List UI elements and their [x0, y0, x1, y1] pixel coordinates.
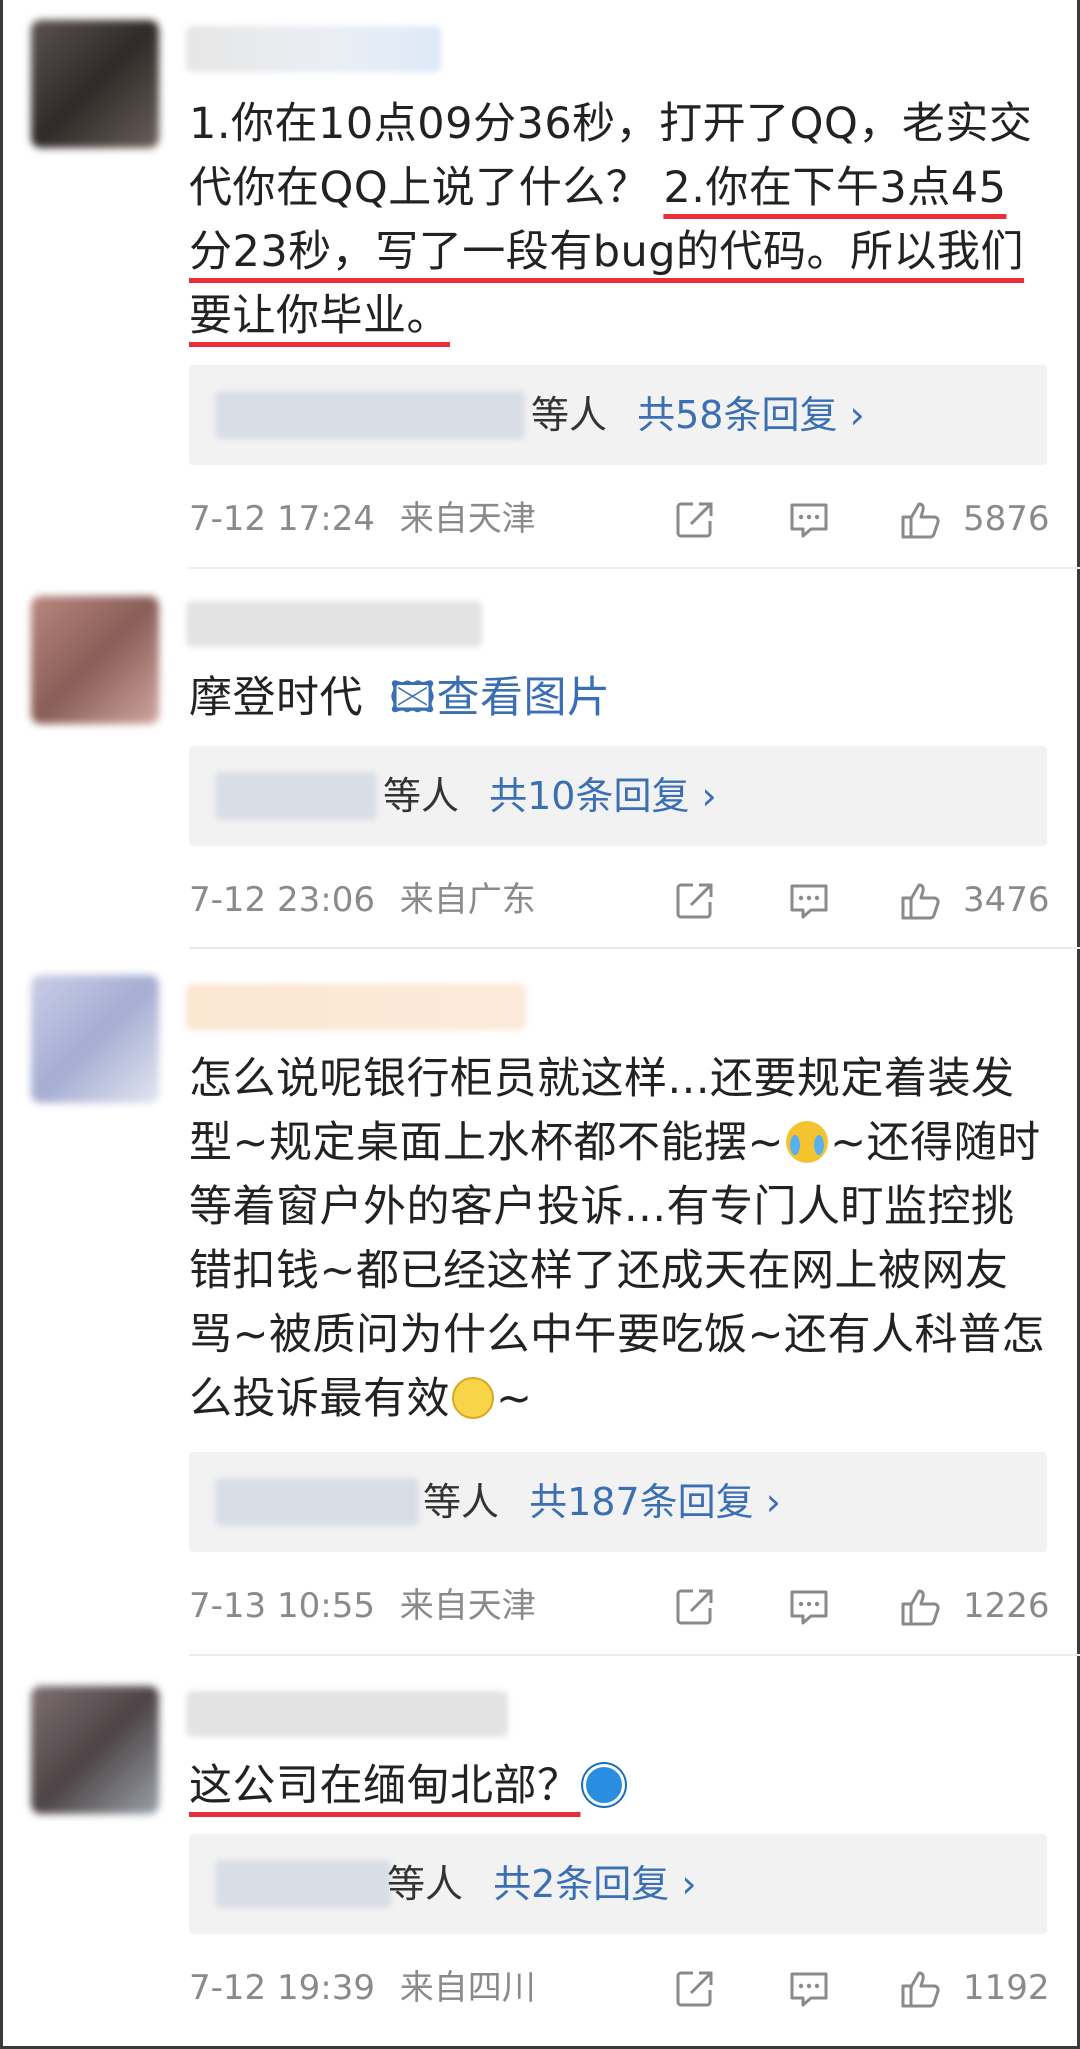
comment-icon[interactable] — [787, 498, 831, 542]
comment-text-underlined: 这公司在缅甸北部？ — [189, 1761, 627, 1811]
comment-meta: 7-13 10:55 来自天津 — [189, 1581, 536, 1631]
comment-location: 来自天津 — [399, 1586, 536, 1626]
comment-text-part: ~ — [496, 1374, 533, 1424]
crying-emoji-icon — [786, 1121, 829, 1163]
comment-text: 这公司在缅甸北部？ — [189, 1754, 1049, 1818]
avatar[interactable] — [31, 975, 159, 1103]
reply-count-link[interactable]: 共58条回复 › — [637, 393, 865, 437]
reply-summary-text: 等人 共10条回复 › — [383, 768, 717, 824]
divider — [189, 947, 1080, 949]
comment-meta: 7-12 23:06 来自广东 — [189, 875, 536, 925]
doraemon-emoji-icon — [582, 1764, 625, 1806]
like-count: 1192 — [963, 1968, 1050, 2008]
username[interactable] — [186, 26, 441, 72]
reply-users — [215, 391, 525, 439]
like-icon[interactable] — [899, 1585, 943, 1629]
avatar[interactable] — [31, 20, 159, 148]
username[interactable] — [186, 601, 482, 647]
comment-text-part: 摩登时代 — [189, 673, 363, 723]
comment-meta: 7-12 19:39 来自四川 — [189, 1963, 536, 2013]
reply-users — [215, 1860, 391, 1908]
comment-icon[interactable] — [787, 1967, 831, 2011]
reply-summary-text: 等人 共187条回复 › — [423, 1474, 781, 1530]
view-image-link[interactable]: 🖾查看图片 — [389, 673, 610, 723]
face-emoji-icon — [452, 1377, 494, 1419]
reply-summary[interactable]: 等人 共2条回复 › — [189, 1834, 1047, 1934]
reply-suffix: 等人 — [383, 774, 460, 818]
like-count: 3476 — [963, 880, 1050, 920]
reply-users — [215, 1478, 419, 1526]
comment-time: 7-12 19:39 — [189, 1968, 375, 2008]
comment-list: 1.你在10点09分36秒，打开了QQ，老实交代你在QQ上说了什么？ 2.你在下… — [0, 0, 1080, 2049]
like-count: 1226 — [963, 1586, 1050, 1626]
comment-text: 摩登时代 🖾查看图片 — [189, 666, 1049, 730]
comment-time: 7-12 17:24 — [189, 499, 375, 539]
like-icon[interactable] — [899, 879, 943, 923]
avatar[interactable] — [31, 1686, 159, 1814]
comment-location: 来自天津 — [399, 499, 536, 539]
divider — [189, 1654, 1080, 1656]
divider — [189, 567, 1080, 569]
comment-time: 7-13 10:55 — [189, 1586, 375, 1626]
comment-text: 1.你在10点09分36秒，打开了QQ，老实交代你在QQ上说了什么？ 2.你在下… — [189, 92, 1049, 348]
like-icon[interactable] — [899, 1967, 943, 2011]
share-icon[interactable] — [673, 1967, 717, 2011]
share-icon[interactable] — [673, 498, 717, 542]
reply-users — [215, 772, 377, 820]
share-icon[interactable] — [673, 1585, 717, 1629]
comment-icon[interactable] — [787, 879, 831, 923]
avatar[interactable] — [31, 596, 159, 724]
reply-summary-text: 等人 共58条回复 › — [531, 387, 865, 443]
username[interactable] — [186, 1691, 508, 1737]
reply-suffix: 等人 — [531, 393, 608, 437]
comment-text-part: 这公司在缅甸北部？ — [189, 1761, 581, 1811]
comment-location: 来自四川 — [399, 1968, 536, 2008]
comment-actions: 1192 — [663, 1961, 1050, 2017]
username[interactable] — [186, 984, 526, 1030]
reply-count-link[interactable]: 共187条回复 › — [529, 1480, 781, 1524]
reply-summary[interactable]: 等人 共10条回复 › — [189, 746, 1047, 846]
comment-actions: 1226 — [663, 1579, 1050, 1635]
reply-summary[interactable]: 等人 共187条回复 › — [189, 1452, 1047, 1552]
comment-meta: 7-12 17:24 来自天津 — [189, 494, 536, 544]
comment-location: 来自广东 — [399, 880, 536, 920]
reply-suffix: 等人 — [387, 1862, 464, 1906]
comment-time: 7-12 23:06 — [189, 880, 375, 920]
reply-summary-text: 等人 共2条回复 › — [387, 1856, 697, 1912]
reply-suffix: 等人 — [423, 1480, 500, 1524]
comment-text: 怎么说呢银行柜员就这样...还要规定着装发型~规定桌面上水杯都不能摆~ ~还得随时… — [189, 1047, 1049, 1431]
like-count: 5876 — [963, 499, 1050, 539]
comment-actions: 5876 — [663, 492, 1050, 548]
share-icon[interactable] — [673, 879, 717, 923]
reply-summary[interactable]: 等人 共58条回复 › — [189, 365, 1047, 465]
comment-actions: 3476 — [663, 873, 1050, 929]
reply-count-link[interactable]: 共10条回复 › — [489, 774, 717, 818]
like-icon[interactable] — [899, 498, 943, 542]
comment-icon[interactable] — [787, 1585, 831, 1629]
reply-count-link[interactable]: 共2条回复 › — [493, 1862, 696, 1906]
